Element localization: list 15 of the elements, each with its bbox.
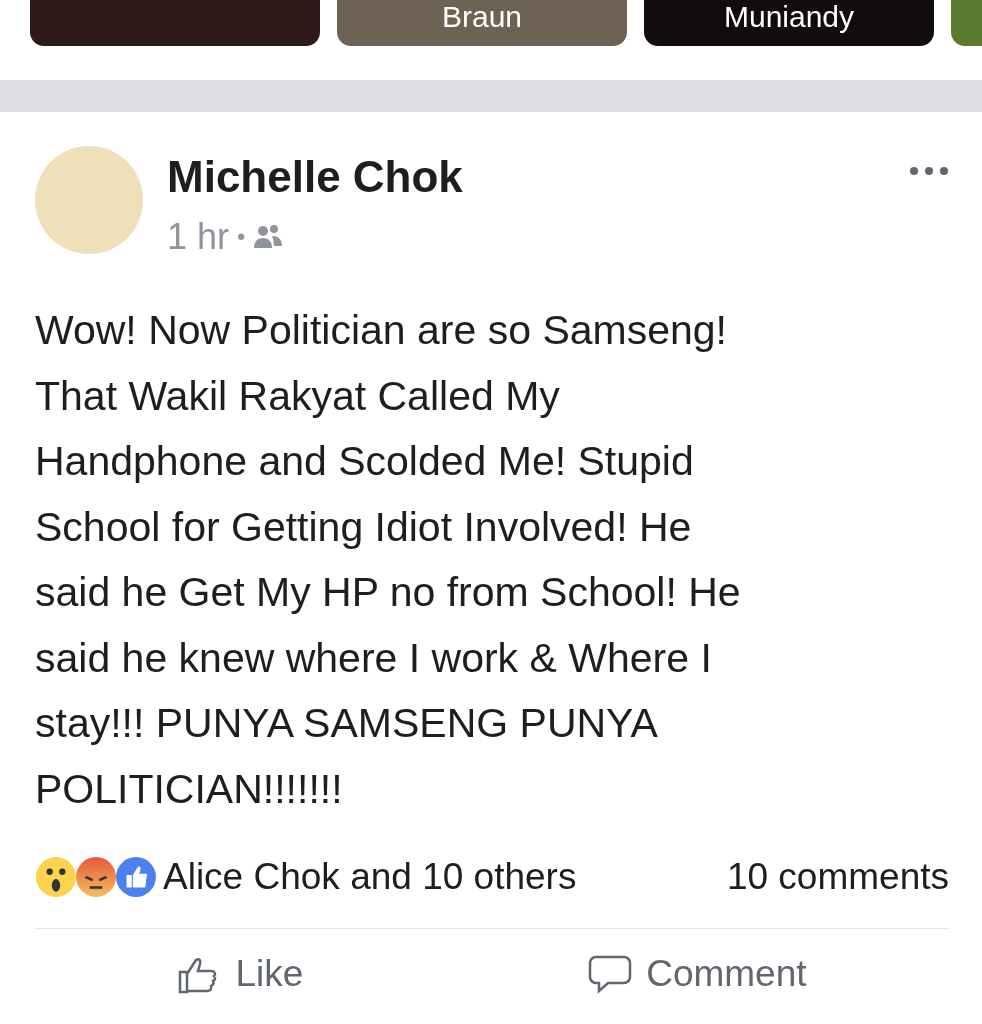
author-name[interactable]: Michelle Chok: [167, 152, 463, 202]
story-card[interactable]: Muniandy: [644, 0, 934, 46]
friends-icon: [253, 224, 284, 250]
angry-emoji-icon: [75, 856, 117, 898]
reaction-summary[interactable]: Alice Chok and 10 others: [163, 856, 727, 898]
comment-button[interactable]: Comment: [558, 949, 837, 999]
like-reaction-icon: [115, 856, 157, 898]
wow-emoji-icon: [35, 856, 77, 898]
more-options-icon[interactable]: [909, 166, 949, 176]
speech-bubble-icon: [588, 954, 633, 994]
post-text: Wow! Now Politician are so Samseng! That Wakil Rakyat Called My Handphone and Scolded Me! Stupid School for Getting Idiot Involved! He said he Get My HP no from School! He said he knew where I work & Where I stay!!! PUNYA SAMSENG PUNYA POLITICIAN!!!!!!!: [35, 306, 742, 814]
comment-count[interactable]: 10 comments: [726, 856, 949, 898]
like-button[interactable]: Like: [147, 949, 334, 999]
story-card[interactable]: Braun: [337, 0, 627, 46]
separator-dot: •: [237, 223, 246, 251]
